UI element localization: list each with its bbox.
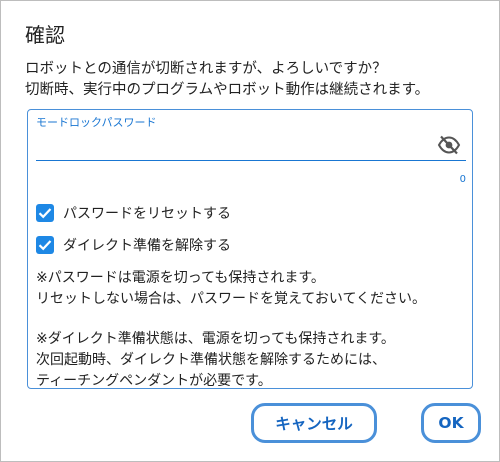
ok-button[interactable]: OK [421, 403, 481, 443]
password-underline [36, 160, 466, 161]
release-direct-option[interactable]: ダイレクト準備を解除する [36, 234, 231, 256]
note-line-2: リセットしない場合は、パスワードを覚えておいてください。 [36, 291, 427, 307]
password-field-label: モードロックパスワード [36, 116, 157, 129]
note-line-3: ※ダイレクト準備状態は、電源を切っても保持されます。 [36, 331, 395, 347]
release-direct-checkbox[interactable] [36, 236, 54, 254]
notes-text: ※パスワードは電源を切っても保持されます。 リセットしない場合は、パスワードを覚… [36, 268, 468, 392]
checkmark-icon [38, 240, 52, 251]
note-line-4: 次回起動時、ダイレクト準備状態を解除するためには、 [36, 352, 386, 368]
eye-off-icon[interactable] [436, 134, 462, 156]
notes-spacer [36, 310, 468, 329]
note-line-5: ティーチングペンダントが必要です。 [36, 373, 272, 389]
checkmark-icon [38, 208, 52, 219]
reset-password-label: パスワードをリセットする [63, 206, 231, 222]
options-panel: モードロックパスワード 0 パスワードをリセットする ダイレクト準備を解除する … [27, 109, 473, 389]
password-input[interactable] [36, 134, 426, 156]
character-counter: 0 [459, 174, 466, 185]
release-direct-label: ダイレクト準備を解除する [63, 238, 231, 254]
dialog-title: 確認 [25, 23, 65, 47]
message-line-1: ロボットとの通信が切断されますが、よろしいですか？ [25, 61, 387, 77]
cancel-button[interactable]: キャンセル [251, 403, 377, 443]
note-line-1: ※パスワードは電源を切っても保持されます。 [36, 270, 325, 286]
confirm-dialog: 確認 ロボットとの通信が切断されますが、よろしいですか？ 切断時、実行中のプログ… [0, 0, 500, 462]
dialog-message: ロボットとの通信が切断されますが、よろしいですか？ 切断時、実行中のプログラムや… [25, 59, 485, 101]
reset-password-option[interactable]: パスワードをリセットする [36, 202, 231, 224]
message-line-2: 切断時、実行中のプログラムやロボット動作は継続されます。 [25, 82, 430, 98]
reset-password-checkbox[interactable] [36, 204, 54, 222]
